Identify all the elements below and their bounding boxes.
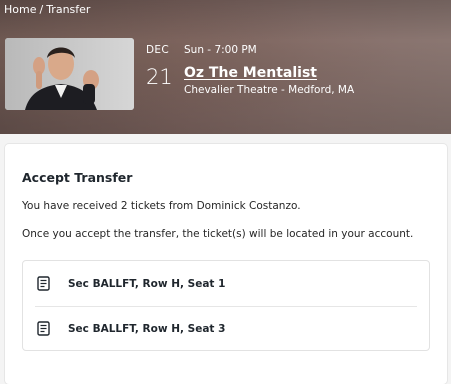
event-image <box>5 38 134 110</box>
event-day: 21 <box>146 65 173 89</box>
event-info: Sun - 7:00 PM Oz The Mentalist Chevalier… <box>184 44 354 96</box>
event-title-link[interactable]: Oz The Mentalist <box>184 65 317 81</box>
breadcrumb-current: Transfer <box>46 3 91 16</box>
ticket-list: Sec BALLFT, Row H, Seat 1 Sec BALLFT, Ro… <box>22 260 430 351</box>
breadcrumb-home-link[interactable]: Home <box>4 3 36 16</box>
accept-transfer-card: Accept Transfer You have received 2 tick… <box>5 144 447 384</box>
accept-transfer-heading: Accept Transfer <box>22 170 133 185</box>
event-header: Home / Transfer DEC 21 Sun - 7:00 PM Oz … <box>0 0 451 134</box>
transfer-note: Once you accept the transfer, the ticket… <box>22 228 414 240</box>
ticket-document-icon <box>36 321 50 337</box>
ticket-seat-label: Sec BALLFT, Row H, Seat 1 <box>68 277 226 290</box>
ticket-row: Sec BALLFT, Row H, Seat 1 <box>23 261 429 306</box>
ticket-seat-label: Sec BALLFT, Row H, Seat 3 <box>68 322 226 335</box>
ticket-row: Sec BALLFT, Row H, Seat 3 <box>23 306 429 351</box>
event-month: DEC <box>146 44 169 56</box>
transfer-message: You have received 2 tickets from Dominic… <box>22 200 301 212</box>
event-venue: Chevalier Theatre - Medford, MA <box>184 84 355 96</box>
ticket-document-icon <box>36 276 50 292</box>
event-date: DEC 21 <box>146 44 173 89</box>
breadcrumb: Home / Transfer <box>4 3 90 16</box>
breadcrumb-separator: / <box>39 3 44 16</box>
event-time: Sun - 7:00 PM <box>184 44 257 56</box>
